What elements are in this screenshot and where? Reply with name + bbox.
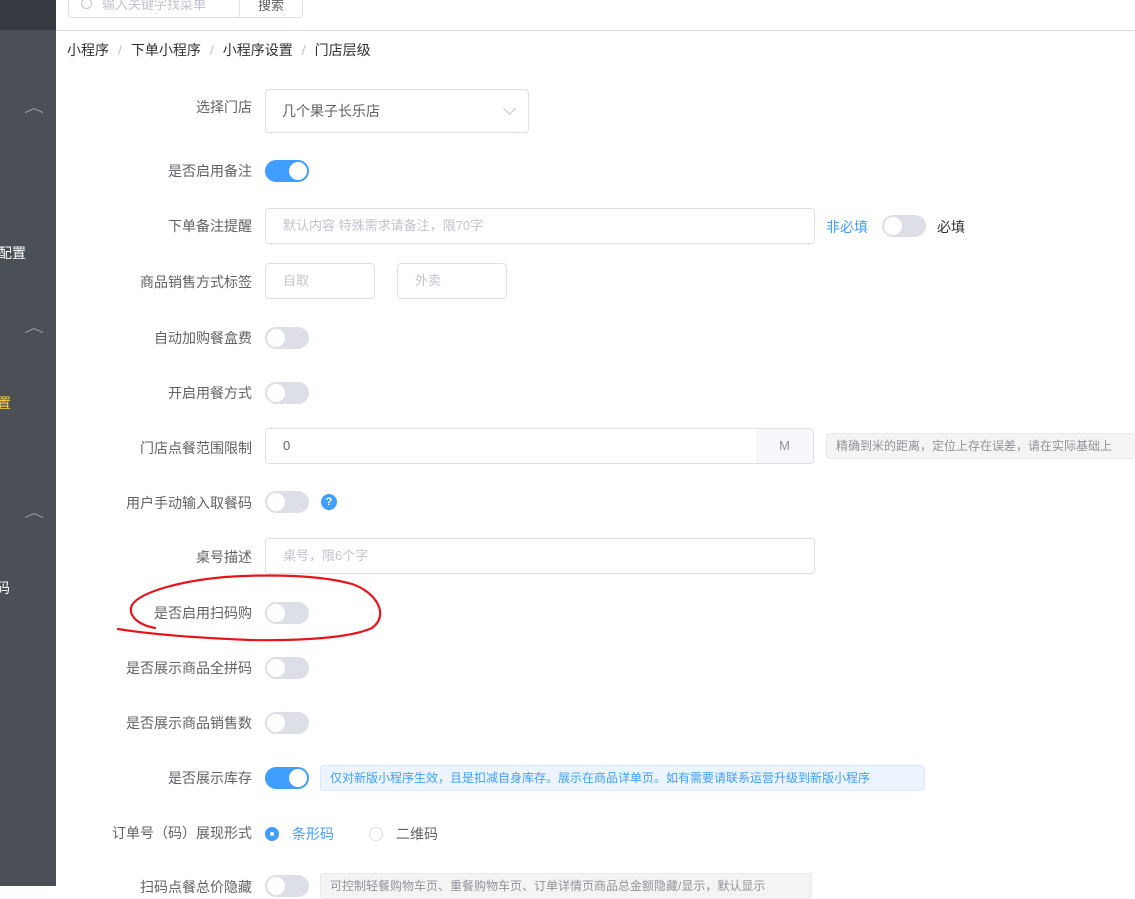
breadcrumb: 小程序 / 下单小程序 / 小程序设置 / 门店层级 [67, 42, 371, 58]
show-pinyin-switch[interactable] [265, 657, 309, 679]
show-stock-label: 是否展示库存 [168, 770, 252, 786]
store-label: 选择门店 [196, 99, 252, 115]
radio-dot [265, 827, 279, 841]
search-icon [81, 0, 92, 9]
order-code-label: 订单号（码）展现形式 [112, 825, 252, 841]
show-sales-label: 是否展示商品销售数 [126, 715, 252, 731]
scan-buy-switch[interactable] [265, 602, 309, 624]
table-desc-label: 桌号描述 [196, 549, 252, 565]
box-fee-label: 自动加购餐盒费 [154, 330, 252, 346]
sale-mode-label: 商品销售方式标签 [140, 274, 252, 290]
breadcrumb-item[interactable]: 小程序设置 [223, 42, 293, 58]
sidebar-item-config[interactable]: 配置 [0, 243, 26, 263]
chevron-up-icon[interactable]: ︿ [24, 317, 44, 337]
pickup-tag-input[interactable]: 自取 [265, 263, 375, 299]
chevron-up-icon[interactable]: ︿ [24, 97, 44, 117]
range-limit-label: 门店点餐范围限制 [140, 440, 252, 456]
dining-mode-switch[interactable] [265, 382, 309, 404]
remark-hint-input[interactable]: 默认内容 特殊需求请备注，限70字 [265, 208, 815, 244]
radio-qrcode-label: 二维码 [396, 826, 438, 842]
show-sales-switch[interactable] [265, 712, 309, 734]
radio-barcode[interactable]: 条形码 [265, 824, 334, 844]
hide-total-label: 扫码点餐总价隐藏 [140, 879, 252, 895]
required-label: 必填 [937, 219, 965, 235]
radio-qrcode[interactable]: 二维码 [369, 824, 438, 844]
radio-dot [369, 827, 383, 841]
table-desc-input[interactable]: 桌号，限6个字 [265, 538, 815, 574]
store-select[interactable]: 几个果子长乐店 [265, 89, 529, 133]
scan-buy-label: 是否启用扫码购 [154, 605, 252, 621]
range-limit-tip: 精确到米的距离，定位上存在误差，请在实际基础上 [826, 433, 1135, 459]
radio-barcode-label: 条形码 [292, 826, 334, 842]
hide-total-switch[interactable] [265, 875, 309, 897]
manual-code-label: 用户手动输入取餐码 [126, 495, 252, 511]
menu-search-input[interactable]: 输入关键字找菜单 [68, 0, 240, 18]
remark-required-switch[interactable] [882, 215, 926, 237]
hide-total-tip: 可控制轻餐购物车页、重餐购物车页、订单详情页商品总金额隐藏/显示，默认显示 [320, 873, 812, 899]
box-fee-switch[interactable] [265, 327, 309, 349]
remark-hint-label: 下单备注提醒 [168, 218, 252, 234]
breadcrumb-item[interactable]: 下单小程序 [131, 42, 201, 58]
range-limit-input[interactable]: 0 [265, 428, 757, 464]
breadcrumb-item-current: 门店层级 [314, 42, 371, 58]
optional-label: 非必填 [826, 219, 868, 235]
manual-code-switch[interactable] [265, 491, 309, 513]
search-placeholder: 输入关键字找菜单 [102, 0, 207, 12]
sidebar-item-code[interactable]: 码 [0, 578, 10, 598]
enable-remark-switch[interactable] [265, 160, 309, 182]
delivery-tag-input[interactable]: 外卖 [397, 263, 507, 299]
chevron-up-icon[interactable]: ︿ [24, 502, 44, 522]
dining-mode-label: 开启用餐方式 [168, 385, 252, 401]
store-select-value: 几个果子长乐店 [282, 103, 380, 119]
sidebar: ︿ 配置 ︿ 置 ︿ 码 [0, 0, 56, 886]
show-stock-switch[interactable] [265, 767, 309, 789]
question-circle-icon[interactable]: ? [321, 494, 337, 510]
search-button[interactable]: 搜索 [240, 0, 303, 18]
range-unit: M [756, 428, 814, 464]
chevron-down-icon [503, 102, 516, 115]
sidebar-item-settings[interactable]: 置 [0, 393, 11, 413]
show-stock-tip: 仅对新版小程序生效，且是扣减自身库存。展示在商品详单页。如有需要请联系运营升级到… [320, 765, 925, 791]
enable-remark-label: 是否启用备注 [168, 163, 252, 179]
breadcrumb-item[interactable]: 小程序 [67, 42, 109, 58]
sidebar-header [0, 0, 56, 30]
show-pinyin-label: 是否展示商品全拼码 [126, 660, 252, 676]
top-bar: 输入关键字找菜单 搜索 [56, 0, 1135, 31]
